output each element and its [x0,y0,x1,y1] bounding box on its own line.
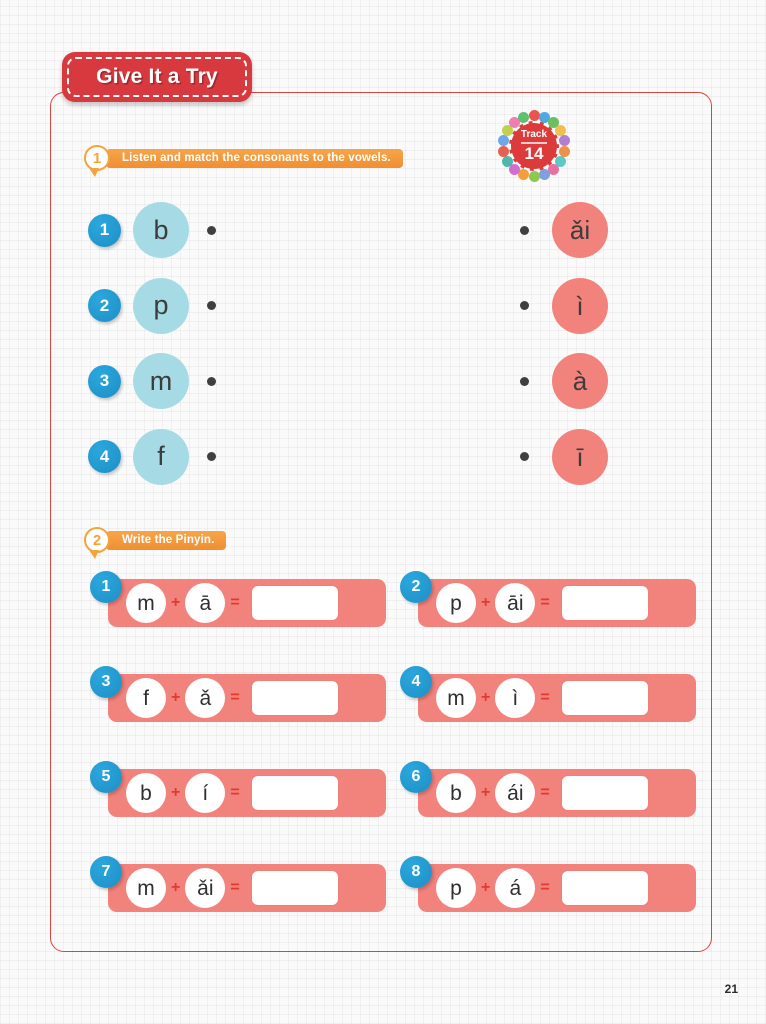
pinyin-item-number: 4 [400,666,432,698]
pinyin-item: 5 b + í = [90,761,386,822]
equals-operator: = [540,594,550,611]
equals-operator: = [540,689,550,706]
instruction-number-1: 1 [84,145,110,177]
pinyin-item: 8 p + á = [400,856,696,917]
pinyin-consonant-token: p [436,868,476,908]
track-number: 14 [524,143,544,163]
equals-operator: = [230,784,240,801]
pinyin-consonant-token: m [126,583,166,623]
pinyin-consonant-token: m [436,678,476,718]
page-title-banner: Give It a Try [62,52,252,102]
plus-operator: + [171,784,181,801]
pinyin-item-bar: m + ì = [418,674,696,722]
pinyin-consonant-token: p [436,583,476,623]
instruction-row-1: 1 Listen and match the consonants to the… [84,145,403,177]
pinyin-item: 7 m + ǎi = [90,856,386,917]
track-bead [498,135,510,147]
pinyin-item-number: 6 [400,761,432,793]
pinyin-item-number: 2 [400,571,432,603]
pinyin-vowel-token: í [185,773,226,813]
track-label: Track [520,129,548,141]
pinyin-answer-box[interactable] [250,585,339,621]
pinyin-answer-box[interactable] [250,680,339,716]
instruction-row-2: 2 Write the Pinyin. [84,527,227,559]
plus-operator: + [481,784,491,801]
track-bead [538,169,550,181]
pinyin-item-number: 8 [400,856,432,888]
pinyin-vowel-token: ì [495,678,536,718]
pinyin-item-number: 5 [90,761,122,793]
pinyin-item-number: 1 [90,571,122,603]
equals-operator: = [230,879,240,896]
pinyin-answer-box[interactable] [250,775,339,811]
pinyin-item-bar: f + ǎ = [108,674,386,722]
pinyin-item-number: 7 [90,856,122,888]
pinyin-item: 4 m + ì = [400,666,696,727]
equals-operator: = [540,879,550,896]
pinyin-item-number: 3 [90,666,122,698]
pinyin-item-bar: p + á = [418,864,696,912]
page-number: 21 [724,982,738,996]
equals-operator: = [230,689,240,706]
page-title: Give It a Try [96,65,218,88]
pinyin-item-bar: m + ā = [108,579,386,627]
pinyin-vowel-token: ǎi [185,868,226,908]
pinyin-vowel-token: ái [495,773,536,813]
track-badge: Track 14 [498,110,570,182]
pinyin-consonant-token: b [436,773,476,813]
pinyin-item: 3 f + ǎ = [90,666,386,727]
plus-operator: + [481,689,491,706]
pinyin-answer-box[interactable] [560,870,649,906]
pinyin-consonant-token: m [126,868,166,908]
pinyin-consonant-token: b [126,773,166,813]
track-core: Track 14 [509,121,559,171]
pinyin-item-bar: b + ái = [418,769,696,817]
plus-operator: + [171,879,181,896]
plus-operator: + [171,594,181,611]
pinyin-item-bar: p + āi = [418,579,696,627]
plus-operator: + [481,879,491,896]
pinyin-answer-box[interactable] [560,585,649,621]
pinyin-answer-box[interactable] [560,680,649,716]
plus-operator: + [171,689,181,706]
track-bead [528,171,540,182]
pinyin-answer-box[interactable] [250,870,339,906]
pinyin-item: 2 p + āi = [400,571,696,632]
instruction-number-2: 2 [84,527,110,559]
pinyin-vowel-token: ǎ [185,678,226,718]
track-bead [528,110,540,121]
plus-operator: + [481,594,491,611]
pinyin-answer-box[interactable] [560,775,649,811]
pinyin-item-bar: m + ǎi = [108,864,386,912]
pinyin-vowel-token: ā [185,583,226,623]
equals-operator: = [230,594,240,611]
instruction-text-2: Write the Pinyin. [106,530,227,550]
track-bead [558,135,570,147]
pinyin-item: 1 m + ā = [90,571,386,632]
equals-operator: = [540,784,550,801]
instruction-text-1: Listen and match the consonants to the v… [106,148,403,168]
pinyin-item-bar: b + í = [108,769,386,817]
pinyin-vowel-token: á [495,868,536,908]
pinyin-vowel-token: āi [495,583,536,623]
pinyin-item: 6 b + ái = [400,761,696,822]
pinyin-consonant-token: f [126,678,166,718]
